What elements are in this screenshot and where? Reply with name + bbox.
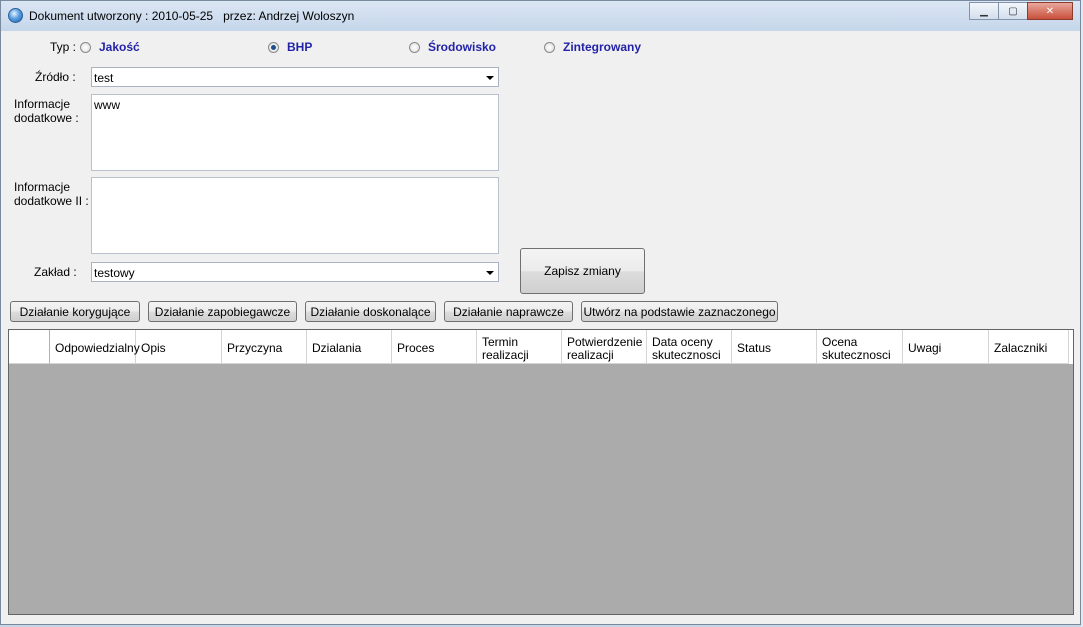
radio-srodowisko[interactable]: Środowisko (409, 40, 496, 54)
type-label: Typ : (50, 40, 77, 54)
preventive-action-button[interactable]: Działanie zapobiegawcze (148, 301, 297, 322)
corrective-action-button[interactable]: Działanie korygujące (10, 301, 140, 322)
radio-jakosc[interactable]: Jakość (80, 40, 140, 54)
column-header[interactable]: Przyczyna (222, 330, 307, 364)
column-header[interactable]: Termin realizacji (477, 330, 562, 364)
column-header[interactable]: Potwierdzenie realizacji (562, 330, 647, 364)
radio-label: Środowisko (428, 40, 497, 54)
radio-icon[interactable] (409, 41, 420, 53)
info2-label: Informacje dodatkowe II : (14, 180, 89, 208)
create-from-selected-button[interactable]: Utwórz na podstawie zaznaczonego (581, 301, 778, 322)
window-title: Dokument utworzony : 2010-05-25 przez: A… (29, 9, 355, 23)
radio-icon[interactable] (544, 41, 555, 53)
radio-label: Zintegrowany (563, 40, 642, 54)
radio-label: Jakość (99, 40, 140, 54)
improvement-action-button[interactable]: Działanie doskonalące (305, 301, 436, 322)
repair-action-button[interactable]: Działanie naprawcze (444, 301, 573, 322)
grid-corner-cell[interactable] (9, 330, 50, 364)
close-button[interactable]: ✕ (1027, 2, 1073, 20)
column-header[interactable]: Data oceny skutecznosci (647, 330, 732, 364)
grid-header: Odpowiedzialny Opis Przyczyna Dzialania … (9, 330, 1073, 364)
column-header[interactable]: Odpowiedzialny (50, 330, 140, 364)
plant-label: Zakład : (34, 265, 77, 279)
radio-zintegrowany[interactable]: Zintegrowany (544, 40, 641, 54)
source-select[interactable]: test (91, 67, 499, 87)
radio-icon[interactable] (80, 41, 91, 53)
title-bar[interactable]: Dokument utworzony : 2010-05-25 przez: A… (1, 1, 1080, 31)
column-header[interactable]: Ocena skutecznosci (817, 330, 903, 364)
column-header[interactable]: Status (732, 330, 817, 364)
radio-bhp[interactable]: BHP (268, 40, 312, 54)
document-window: Dokument utworzony : 2010-05-25 przez: A… (0, 0, 1081, 625)
radio-label: BHP (287, 40, 313, 54)
actions-grid[interactable]: Odpowiedzialny Opis Przyczyna Dzialania … (8, 329, 1074, 615)
maximize-button[interactable]: ▢ (998, 2, 1028, 20)
chevron-down-icon[interactable] (486, 271, 494, 275)
source-value: test (94, 71, 114, 85)
source-label: Źródło : (35, 70, 76, 84)
column-header[interactable]: Uwagi (903, 330, 989, 364)
info-textarea[interactable]: www (91, 94, 499, 171)
column-header[interactable]: Dzialania (307, 330, 392, 364)
chevron-down-icon[interactable] (486, 76, 494, 80)
plant-value: testowy (94, 266, 135, 280)
window-controls: ▁ ▢ ✕ (969, 2, 1073, 20)
info-label: Informacje dodatkowe : (14, 97, 79, 125)
save-button[interactable]: Zapisz zmiany (520, 248, 645, 294)
plant-select[interactable]: testowy (91, 262, 499, 282)
info2-textarea[interactable] (91, 177, 499, 254)
radio-checked-icon[interactable] (268, 41, 279, 53)
app-icon (8, 8, 23, 23)
column-header[interactable]: Proces (392, 330, 477, 364)
column-header[interactable]: Opis (136, 330, 222, 364)
minimize-button[interactable]: ▁ (969, 2, 999, 20)
column-header[interactable]: Zalaczniki (989, 330, 1069, 364)
